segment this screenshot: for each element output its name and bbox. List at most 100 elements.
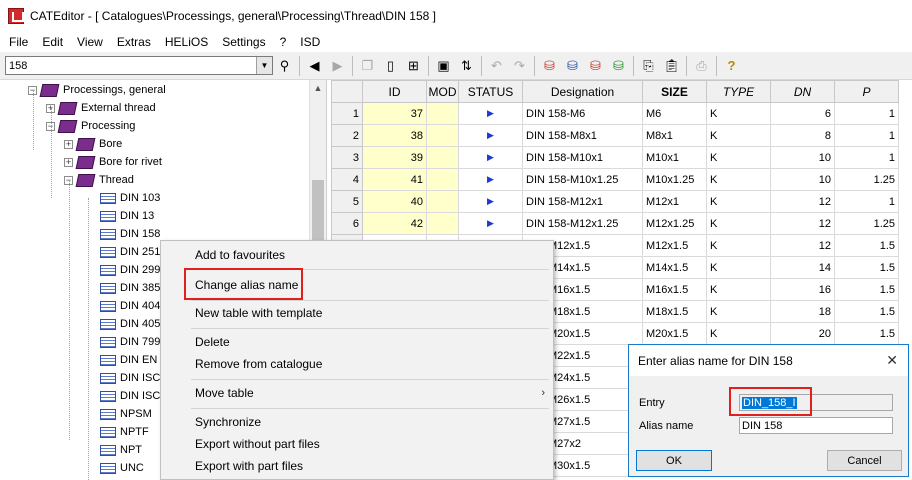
save-icon[interactable]: ▣ — [432, 55, 455, 77]
cell-p[interactable]: 1 — [834, 102, 899, 125]
tree-item[interactable]: NPSM — [100, 405, 152, 423]
search-combo-value[interactable]: 158 — [6, 60, 256, 72]
cell-id[interactable]: 42 — [362, 212, 427, 235]
menu-extras[interactable]: Extras — [110, 35, 158, 49]
cell-size[interactable]: M12x1.25 — [642, 212, 707, 235]
tree-item[interactable]: NPT — [100, 441, 142, 459]
cell-designation[interactable]: DIN 158-M12x1.25 — [522, 212, 643, 235]
cell-type[interactable]: K — [706, 124, 771, 147]
layout-icon[interactable]: ⊞ — [402, 55, 425, 77]
db-remove-icon[interactable]: ⛁ — [561, 55, 584, 77]
cell-dn[interactable]: 8 — [770, 124, 835, 147]
table-row[interactable]: 2 38 ▶ DIN 158-M8x1 M8x1 K 8 1 — [331, 124, 899, 147]
cell-n[interactable]: 1 — [331, 102, 363, 125]
print-icon[interactable]: ⎙ — [690, 55, 713, 77]
cell-p[interactable]: 1 — [834, 124, 899, 147]
cell-type[interactable]: K — [706, 256, 771, 279]
column-header[interactable]: SIZE — [642, 80, 707, 103]
tree-item[interactable]: DIN 251 — [100, 243, 160, 261]
menu-file[interactable]: File — [0, 35, 35, 49]
tree-item[interactable]: − Thread — [64, 171, 134, 189]
column-header[interactable] — [331, 80, 363, 103]
tree-item[interactable]: DIN 404 — [100, 297, 160, 315]
cell-type[interactable]: K — [706, 322, 771, 345]
table-row[interactable]: 1 37 ▶ DIN 158-M6 M6 K 6 1 — [331, 102, 899, 125]
cell-id[interactable]: 38 — [362, 124, 427, 147]
cell-type[interactable]: K — [706, 212, 771, 235]
ctx-export-with-part-files[interactable]: Export with part files — [161, 455, 553, 477]
expand-icon[interactable]: + — [64, 157, 73, 167]
chevron-down-icon[interactable]: ▼ — [256, 57, 272, 74]
tree-item[interactable]: DIN 103 — [100, 189, 160, 207]
cell-mod[interactable] — [426, 190, 459, 213]
cell-p[interactable]: 1.5 — [834, 322, 899, 345]
table-row[interactable]: 3 39 ▶ DIN 158-M10x1 M10x1 K 10 1 — [331, 146, 899, 169]
ctx-new-table-with-template[interactable]: New table with template — [161, 302, 553, 324]
scroll-up-icon[interactable]: ▲ — [310, 80, 326, 97]
cell-p[interactable]: 1.25 — [834, 168, 899, 191]
cell-size[interactable]: M12x1.5 — [642, 234, 707, 257]
status-arrow-icon[interactable]: ▶ — [458, 146, 523, 169]
tree-item[interactable]: − Processings, general — [28, 81, 166, 99]
expand-icon[interactable]: + — [64, 139, 73, 149]
cell-type[interactable]: K — [706, 168, 771, 191]
ctx-move-table[interactable]: Move table › — [161, 382, 553, 404]
cell-id[interactable]: 41 — [362, 168, 427, 191]
cell-p[interactable]: 1.5 — [834, 234, 899, 257]
cell-id[interactable]: 37 — [362, 102, 427, 125]
cell-size[interactable]: M6 — [642, 102, 707, 125]
cell-designation[interactable]: DIN 158-M10x1 — [522, 146, 643, 169]
cell-dn[interactable]: 12 — [770, 190, 835, 213]
menu-help[interactable]: ? — [273, 35, 294, 49]
ctx-remove-from-catalogue[interactable]: Remove from catalogue — [161, 353, 553, 375]
cell-type[interactable]: K — [706, 278, 771, 301]
menu-settings[interactable]: Settings — [215, 35, 272, 49]
cell-size[interactable]: M10x1.25 — [642, 168, 707, 191]
cell-type[interactable]: K — [706, 234, 771, 257]
alias-name-field[interactable]: DIN 158 — [739, 417, 893, 434]
menu-edit[interactable]: Edit — [35, 35, 70, 49]
ctx-export-without-part-files[interactable]: Export without part files — [161, 433, 553, 455]
cell-p[interactable]: 1 — [834, 146, 899, 169]
cell-type[interactable]: K — [706, 146, 771, 169]
cell-mod[interactable] — [426, 102, 459, 125]
column-header[interactable]: Designation — [522, 80, 643, 103]
column-header[interactable]: MOD — [426, 80, 459, 103]
ctx-add-to-favourites[interactable]: Add to favourites — [161, 244, 553, 266]
close-icon[interactable]: ✕ — [886, 353, 898, 367]
cell-id[interactable]: 40 — [362, 190, 427, 213]
status-arrow-icon[interactable]: ▶ — [458, 168, 523, 191]
back-icon[interactable]: ◀ — [303, 55, 326, 77]
undo-icon[interactable]: ↶ — [485, 55, 508, 77]
db-edit-icon[interactable]: ⛁ — [584, 55, 607, 77]
status-arrow-icon[interactable]: ▶ — [458, 124, 523, 147]
status-arrow-icon[interactable]: ▶ — [458, 190, 523, 213]
tree-item[interactable]: + External thread — [46, 99, 156, 117]
tree-item[interactable]: UNC — [100, 459, 144, 477]
tree-item[interactable]: DIN EN — [100, 351, 157, 369]
cell-dn[interactable]: 18 — [770, 300, 835, 323]
cell-n[interactable]: 4 — [331, 168, 363, 191]
cell-mod[interactable] — [426, 124, 459, 147]
cell-n[interactable]: 5 — [331, 190, 363, 213]
cell-dn[interactable]: 16 — [770, 278, 835, 301]
ctx-delete[interactable]: Delete — [161, 331, 553, 353]
tree-item[interactable]: DIN ISC — [100, 369, 160, 387]
tree-item[interactable]: DIN 799 — [100, 333, 160, 351]
tree-item[interactable]: DIN 158 — [100, 225, 160, 243]
cancel-button[interactable]: Cancel — [827, 450, 902, 471]
cell-dn[interactable]: 12 — [770, 234, 835, 257]
copy-part-icon[interactable]: ❐ — [356, 55, 379, 77]
cell-designation[interactable]: DIN 158-M10x1.25 — [522, 168, 643, 191]
column-header[interactable]: DN — [770, 80, 835, 103]
db-add-icon[interactable]: ⛁ — [538, 55, 561, 77]
tree-item[interactable]: NPTF — [100, 423, 149, 441]
cell-size[interactable]: M14x1.5 — [642, 256, 707, 279]
cell-p[interactable]: 1 — [834, 190, 899, 213]
cell-p[interactable]: 1.5 — [834, 300, 899, 323]
cell-id[interactable]: 39 — [362, 146, 427, 169]
tree-item[interactable]: DIN 385 — [100, 279, 160, 297]
cell-size[interactable]: M12x1 — [642, 190, 707, 213]
cell-designation[interactable]: DIN 158-M6 — [522, 102, 643, 125]
cell-dn[interactable]: 6 — [770, 102, 835, 125]
